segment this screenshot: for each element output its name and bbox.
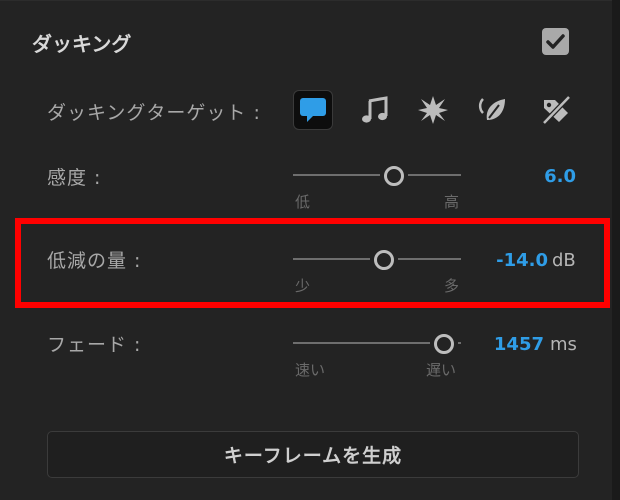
ducking-target-label: ダッキングターゲット : <box>47 102 261 124</box>
burst-icon <box>418 96 448 124</box>
leaf-icon <box>478 98 505 120</box>
ducking-panel: ダッキング ダッキングターゲット : 感度: 低 高 6.0 低減の量: 少… <box>0 0 612 500</box>
panel-edge <box>612 0 620 500</box>
fade-min-label: 速い <box>295 361 326 379</box>
generate-keyframes-button[interactable]: キーフレームを生成 <box>47 431 579 478</box>
section-title: ダッキング <box>32 32 132 56</box>
highlight-box <box>15 218 610 308</box>
sensitivity-value[interactable]: 6.0 <box>480 166 576 187</box>
target-unassigned-button[interactable] <box>536 90 576 130</box>
sensitivity-min-label: 低 <box>295 193 311 211</box>
fade-max-label: 遅い <box>426 361 457 379</box>
fade-label: フェード : <box>47 334 142 356</box>
slider-knob[interactable] <box>434 334 454 354</box>
tag-slash-icon <box>542 95 571 125</box>
slider-track <box>458 342 461 344</box>
fade-slider[interactable] <box>293 332 461 354</box>
slider-track <box>293 342 430 344</box>
slider-knob[interactable] <box>384 166 404 186</box>
sensitivity-slider[interactable] <box>293 164 461 186</box>
slider-track <box>408 174 461 176</box>
fade-unit: ms <box>550 334 577 355</box>
target-dialogue-button[interactable] <box>293 90 333 130</box>
sensitivity-max-label: 高 <box>444 193 460 211</box>
music-note-icon <box>362 96 388 123</box>
fade-value[interactable]: 1457 <box>470 334 544 355</box>
divider <box>0 0 612 1</box>
speech-bubble-icon <box>300 98 326 122</box>
checkmark-icon <box>546 34 565 49</box>
sensitivity-label: 感度 : <box>47 167 102 189</box>
slider-track <box>293 174 380 176</box>
ducking-enable-checkbox[interactable] <box>542 28 569 55</box>
target-music-button[interactable] <box>355 90 395 130</box>
target-ambience-button[interactable] <box>473 90 513 130</box>
target-sfx-button[interactable] <box>413 90 453 130</box>
